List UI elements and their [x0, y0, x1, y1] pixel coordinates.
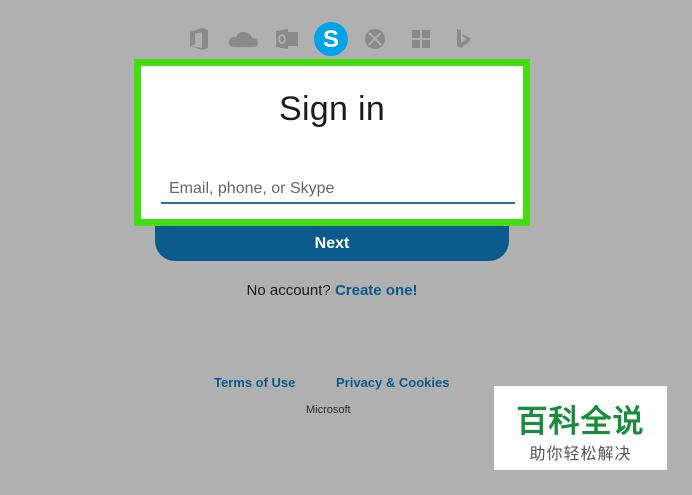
- signin-panel-highlight: Sign in: [134, 59, 530, 226]
- no-account-text: No account?: [246, 282, 331, 299]
- skype-icon: S: [312, 20, 350, 58]
- watermark-title: 百科全说: [516, 404, 645, 440]
- office-icon: [180, 20, 218, 58]
- onedrive-icon: [224, 20, 262, 58]
- privacy-cookies-link[interactable]: Privacy & Cookies: [336, 375, 449, 390]
- bing-icon: [444, 20, 482, 58]
- email-field[interactable]: [161, 176, 515, 204]
- microsoft-apps-bar: S: [180, 20, 480, 58]
- svg-text:S: S: [323, 26, 339, 53]
- microsoft-brand: Microsoft: [306, 404, 351, 416]
- xbox-icon: [356, 20, 394, 58]
- terms-of-use-link[interactable]: Terms of Use: [214, 375, 295, 390]
- no-account-prompt: No account? Create one!: [0, 282, 664, 299]
- next-button[interactable]: Next: [155, 226, 509, 261]
- windows-icon: [402, 20, 440, 58]
- watermark-subtitle: 助你轻松解决: [529, 444, 632, 463]
- footer-links: Terms of Use Privacy & Cookies: [214, 375, 464, 395]
- create-account-link[interactable]: Create one!: [335, 282, 418, 299]
- watermark-logo: 百科全说 助你轻松解决: [494, 386, 667, 470]
- page-title: Sign in: [278, 90, 386, 128]
- outlook-icon: [268, 20, 306, 58]
